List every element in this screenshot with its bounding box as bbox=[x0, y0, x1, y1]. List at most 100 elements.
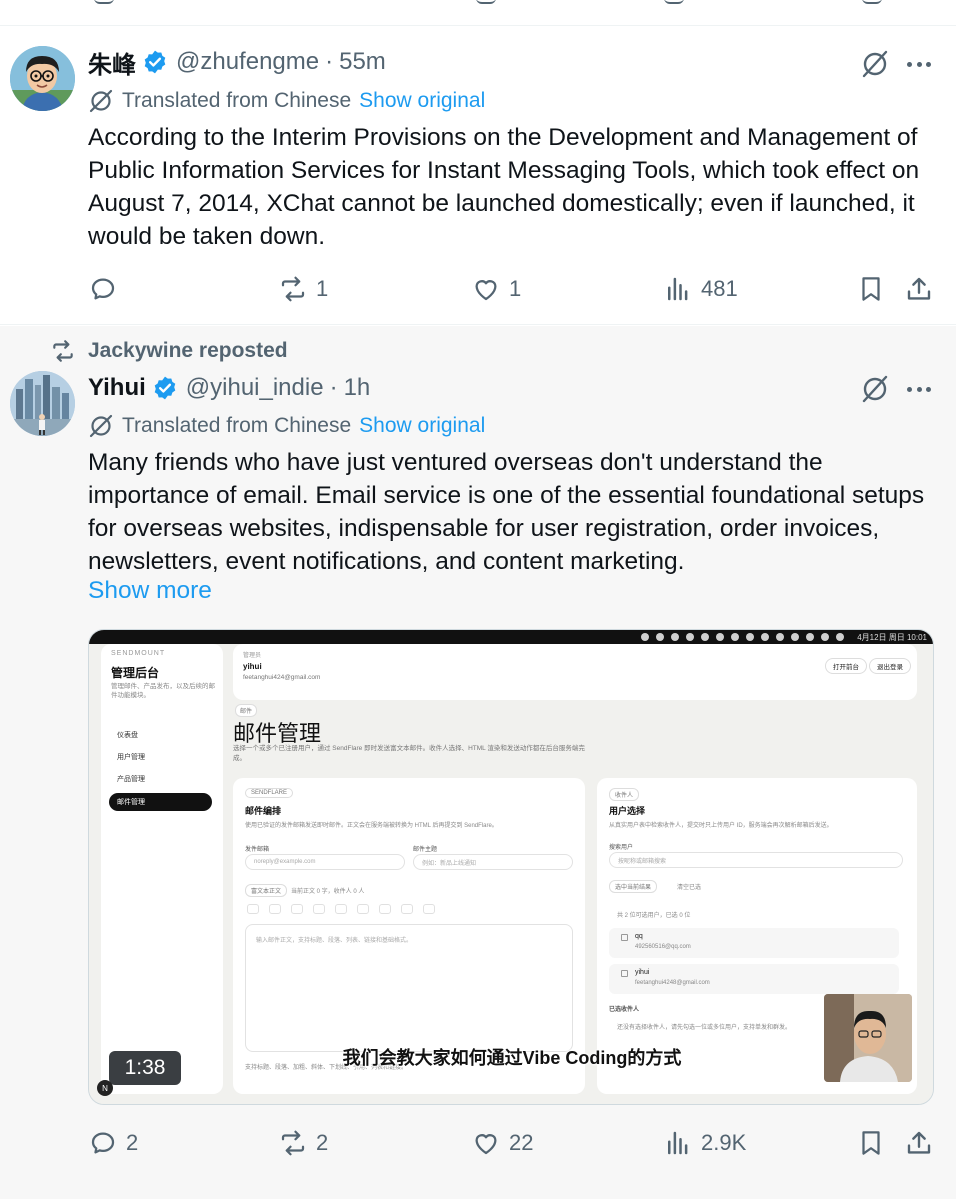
translated-notice: Translated from Chinese Show original bbox=[88, 86, 485, 116]
share-button[interactable] bbox=[904, 269, 942, 309]
show-more-link[interactable]: Show more bbox=[88, 577, 212, 605]
reply-button[interactable]: 2 bbox=[88, 1123, 138, 1163]
timestamp[interactable]: 55m bbox=[339, 48, 386, 76]
views-button[interactable]: 2.9K bbox=[663, 1123, 746, 1163]
subject-label: 邮件主题 bbox=[413, 847, 438, 853]
selected-label: 已选收件人 bbox=[609, 1007, 640, 1013]
avatar[interactable] bbox=[10, 371, 75, 436]
show-original-link[interactable]: Show original bbox=[359, 414, 485, 438]
reply-icon bbox=[91, 278, 115, 300]
views-icon bbox=[668, 277, 688, 301]
recipient-name: qq bbox=[635, 933, 643, 940]
video-player[interactable]: 4月12日 周日 10:01 SENDMOUNT 管理后台 管理邮件、产品发布，… bbox=[88, 629, 934, 1105]
sidebar-brand: SENDMOUNT bbox=[111, 650, 166, 657]
bookmark-button[interactable] bbox=[856, 269, 894, 309]
rich-text-tag: 富文本正文 bbox=[245, 884, 288, 897]
editor-toolbar bbox=[247, 904, 435, 914]
page-description: 选择一个或多个已注册用户，通过 SendFlare 即时发送富文本邮件。收件人选… bbox=[233, 745, 585, 762]
views-icon bbox=[668, 1131, 688, 1155]
menubar-time: 4月12日 周日 10:01 bbox=[857, 632, 927, 642]
admin-sidebar: SENDMOUNT 管理后台 管理邮件、产品发布，以及后续的邮件功能模块。 仪表… bbox=[101, 644, 223, 1094]
reply-button[interactable] bbox=[88, 269, 126, 309]
social-context[interactable]: Jackywine reposted bbox=[50, 338, 288, 364]
repost-count: 1 bbox=[316, 276, 329, 301]
view-count: 2.9K bbox=[701, 1130, 747, 1155]
logout-button: 退出登录 bbox=[869, 658, 911, 674]
views-icon bbox=[664, 0, 684, 4]
reply-count: 2 bbox=[126, 1130, 139, 1155]
compose-subtitle: 使用已验证的发件邮箱发送即时邮件。正文会在服务端被转换为 HTML 后再提交到 … bbox=[245, 823, 498, 829]
translated-label: Translated from Chinese bbox=[122, 414, 352, 437]
reply-icon bbox=[91, 1132, 115, 1154]
heart-icon bbox=[475, 1134, 497, 1155]
share-button[interactable] bbox=[904, 1123, 942, 1163]
recipient-row: qq 492560516@qq.com bbox=[609, 928, 899, 958]
sidebar-title: 管理后台 bbox=[111, 666, 160, 680]
compose-tag: SENDFLARE bbox=[245, 788, 294, 798]
sidebar-item-products: 产品管理 bbox=[117, 776, 145, 783]
video-screen: SENDMOUNT 管理后台 管理邮件、产品发布，以及后续的邮件功能模块。 仪表… bbox=[89, 644, 933, 1104]
translate-icon bbox=[89, 414, 113, 438]
subject-input: 例如：新品上线通知 bbox=[413, 854, 573, 870]
tweet-header: Yihui @yihui_indie · 1h bbox=[88, 371, 370, 405]
like-count: 22 bbox=[509, 1130, 534, 1155]
repost-count: 2 bbox=[316, 1130, 329, 1155]
grok-icon[interactable] bbox=[860, 49, 890, 79]
sidebar-subtitle: 管理邮件、产品发布，以及后续的邮件功能模块。 bbox=[111, 683, 215, 699]
show-original-link[interactable]: Show original bbox=[359, 89, 485, 113]
tweet-text: Many friends who have just ventured over… bbox=[88, 449, 925, 575]
display-name[interactable]: Yihui bbox=[88, 374, 146, 402]
from-input: noreply@example.com bbox=[245, 854, 405, 870]
bookmark-icon bbox=[862, 1131, 880, 1155]
timestamp[interactable]: 1h bbox=[344, 374, 371, 402]
more-icon[interactable] bbox=[904, 49, 934, 79]
recipient-email: feetanghui4248@gmail.com bbox=[635, 980, 710, 986]
recipient-row: yihui feetanghui4248@gmail.com bbox=[609, 964, 899, 994]
reposted-by-label: Jackywine reposted bbox=[88, 339, 288, 362]
share-icon bbox=[907, 277, 931, 300]
sidebar-item-email: 邮件管理 bbox=[109, 793, 212, 811]
tweet-text: According to the Interim Provisions on t… bbox=[88, 124, 920, 250]
avatar[interactable] bbox=[10, 46, 75, 111]
handle[interactable]: @yihui_indie bbox=[186, 374, 324, 402]
recipient-subtitle: 从真实用户表中检索收件人，提交时只上传用户 ID，服务端会再次解析邮箱后发送。 bbox=[609, 823, 833, 829]
repost-button[interactable]: 1 bbox=[278, 269, 328, 309]
mac-menubar: 4月12日 周日 10:01 bbox=[89, 630, 933, 644]
header-email: feetanghui424@gmail.com bbox=[243, 674, 321, 681]
header-user: yihui bbox=[243, 662, 262, 671]
recipient-tag: 收件人 bbox=[609, 788, 640, 801]
translated-notice: Translated from Chinese Show original bbox=[88, 411, 485, 441]
from-label: 发件邮箱 bbox=[245, 847, 270, 853]
previous-tweet-actions-strip bbox=[0, 0, 956, 26]
admin-header: 管理员 yihui feetanghui424@gmail.com 打开前台 退… bbox=[233, 644, 917, 700]
user-search-input: 按昵称或邮箱搜索 bbox=[609, 852, 903, 868]
body-editor: 输入邮件正文，支持标题、段落、列表、链接和基础格式。 bbox=[245, 924, 573, 1052]
video-duration: 1:38 bbox=[109, 1051, 181, 1085]
like-button[interactable]: 1 bbox=[471, 269, 521, 309]
bookmark-button[interactable] bbox=[856, 1123, 894, 1163]
views-button[interactable]: 481 bbox=[663, 269, 738, 309]
open-frontend-button: 打开前台 bbox=[825, 658, 867, 674]
share-icon bbox=[907, 1131, 931, 1154]
n-badge-icon: N bbox=[97, 1080, 113, 1096]
handle[interactable]: @zhufengme bbox=[176, 48, 319, 76]
bookmark-icon bbox=[862, 0, 882, 4]
verified-badge-icon bbox=[154, 376, 176, 400]
tweet-yihui[interactable]: Jackywine reposted Yihui @yihui_indie · … bbox=[0, 326, 956, 1199]
video-subtitle: 我们会教大家如何通过Vibe Coding的方式 bbox=[342, 1048, 682, 1068]
view-count: 481 bbox=[701, 276, 738, 301]
heart-icon bbox=[476, 0, 496, 4]
header-label: 管理员 bbox=[243, 653, 262, 659]
grok-icon[interactable] bbox=[860, 374, 890, 404]
like-count: 1 bbox=[509, 276, 522, 301]
verified-badge-icon bbox=[144, 50, 166, 74]
translated-label: Translated from Chinese bbox=[122, 89, 352, 112]
repost-icon bbox=[53, 340, 73, 362]
more-icon[interactable] bbox=[904, 374, 934, 404]
display-name[interactable]: 朱峰 bbox=[88, 45, 136, 80]
bookmark-icon bbox=[862, 277, 880, 301]
reply-icon bbox=[94, 0, 114, 4]
repost-button[interactable]: 2 bbox=[278, 1123, 328, 1163]
tweet-zhufeng[interactable]: 朱峰 @zhufengme · 55m Translated from Chin… bbox=[0, 26, 956, 325]
like-button[interactable]: 22 bbox=[471, 1123, 533, 1163]
